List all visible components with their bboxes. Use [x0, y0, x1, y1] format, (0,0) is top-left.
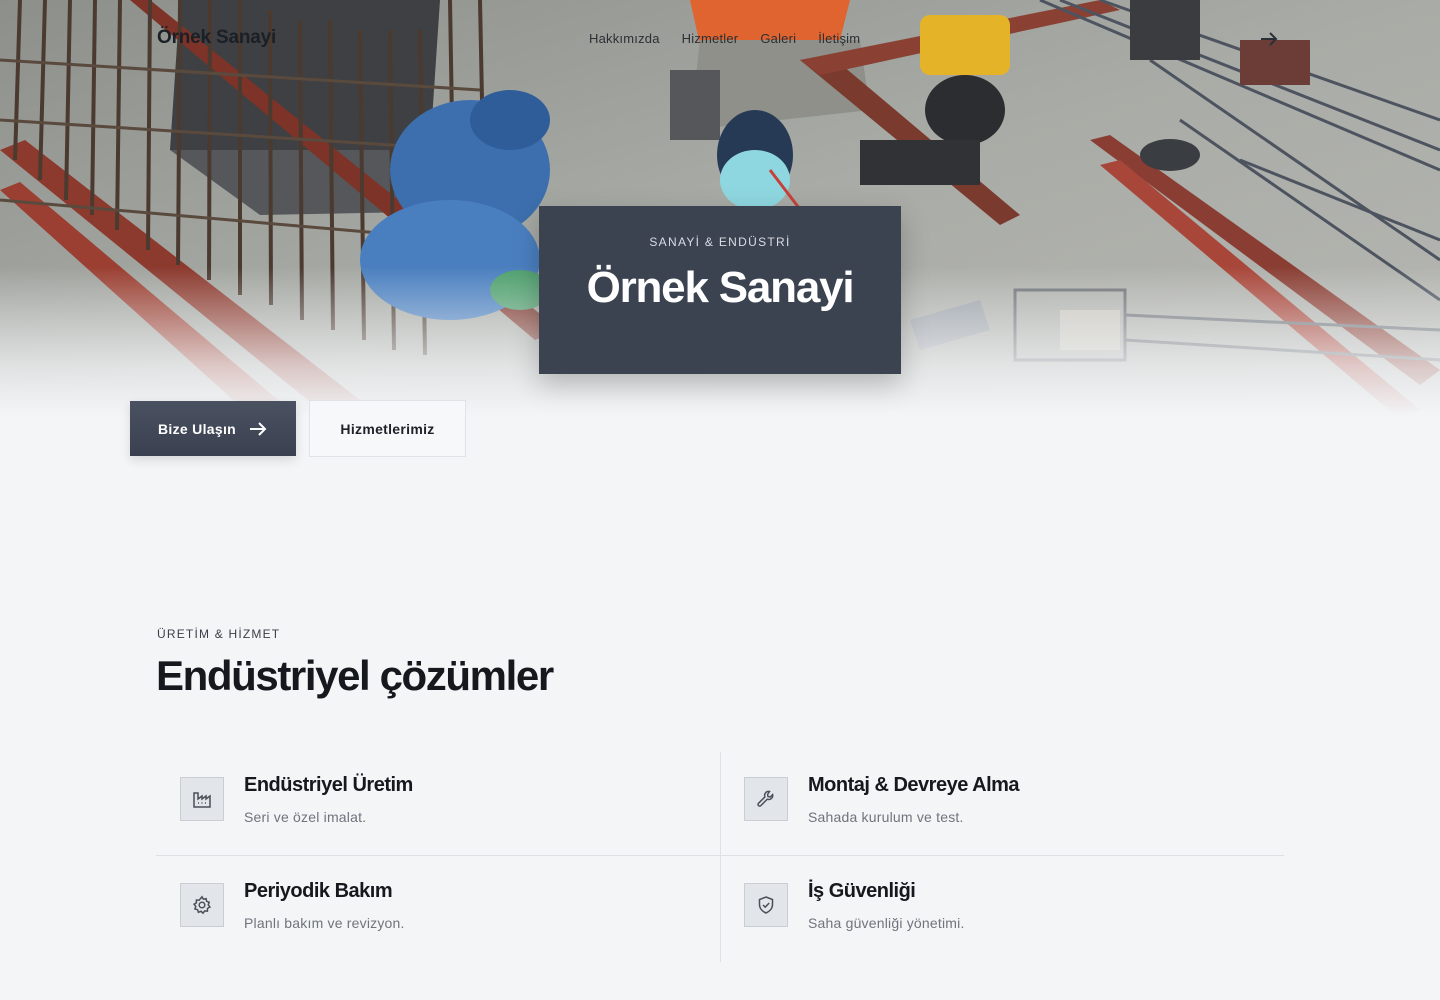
gear-icon [180, 883, 224, 927]
hero-eyebrow: SANAYİ & ENDÜSTRİ [649, 235, 791, 249]
our-services-button[interactable]: Hizmetlerimiz [309, 400, 466, 457]
nav-links: Hakkımızda Hizmetler Galeri İletişim [589, 31, 860, 46]
wrench-icon [744, 777, 788, 821]
nav-link-about[interactable]: Hakkımızda [589, 31, 660, 46]
nav-link-services[interactable]: Hizmetler [682, 31, 739, 46]
services-grid: Endüstriyel Üretim Seri ve özel imalat. … [156, 752, 1284, 962]
nav-link-gallery[interactable]: Galeri [760, 31, 796, 46]
service-card-description: Planlı bakım ve revizyon. [244, 915, 405, 931]
hero-title: Örnek Sanayi [586, 263, 855, 312]
top-navigation: Örnek Sanayi Hakkımızda Hizmetler Galeri… [0, 0, 1440, 76]
services-title: Endüstriyel çözümler [156, 652, 554, 699]
grid-horizontal-divider [156, 855, 1284, 856]
brand-logo-text[interactable]: Örnek Sanayi [157, 27, 276, 49]
service-card-description: Seri ve özel imalat. [244, 809, 367, 825]
service-card-title: Periyodik Bakım [244, 880, 393, 902]
service-card-title: İş Güvenliği [808, 880, 916, 902]
arrow-right-icon [250, 421, 267, 436]
hero-title-card: SANAYİ & ENDÜSTRİ Örnek Sanayi [539, 206, 901, 374]
nav-arrow-icon[interactable] [1258, 28, 1280, 50]
shield-check-icon [744, 883, 788, 927]
nav-link-contact[interactable]: İletişim [818, 31, 860, 46]
service-card-title: Endüstriyel Üretim [244, 774, 413, 796]
service-card-description: Saha güvenliği yönetimi. [808, 915, 965, 931]
service-card-production[interactable]: Endüstriyel Üretim Seri ve özel imalat. [156, 752, 696, 852]
contact-us-button-label: Bize Ulaşın [158, 420, 236, 437]
services-eyebrow: ÜRETİM & HİZMET [157, 627, 281, 641]
service-card-safety[interactable]: İş Güvenliği Saha güvenliği yönetimi. [720, 858, 1260, 958]
service-card-maintenance[interactable]: Periyodik Bakım Planlı bakım ve revizyon… [156, 858, 696, 958]
contact-us-button[interactable]: Bize Ulaşın [130, 401, 296, 456]
service-card-title: Montaj & Devreye Alma [808, 774, 1020, 796]
factory-icon [180, 777, 224, 821]
service-card-description: Sahada kurulum ve test. [808, 809, 964, 825]
service-card-installation[interactable]: Montaj & Devreye Alma Sahada kurulum ve … [720, 752, 1260, 852]
